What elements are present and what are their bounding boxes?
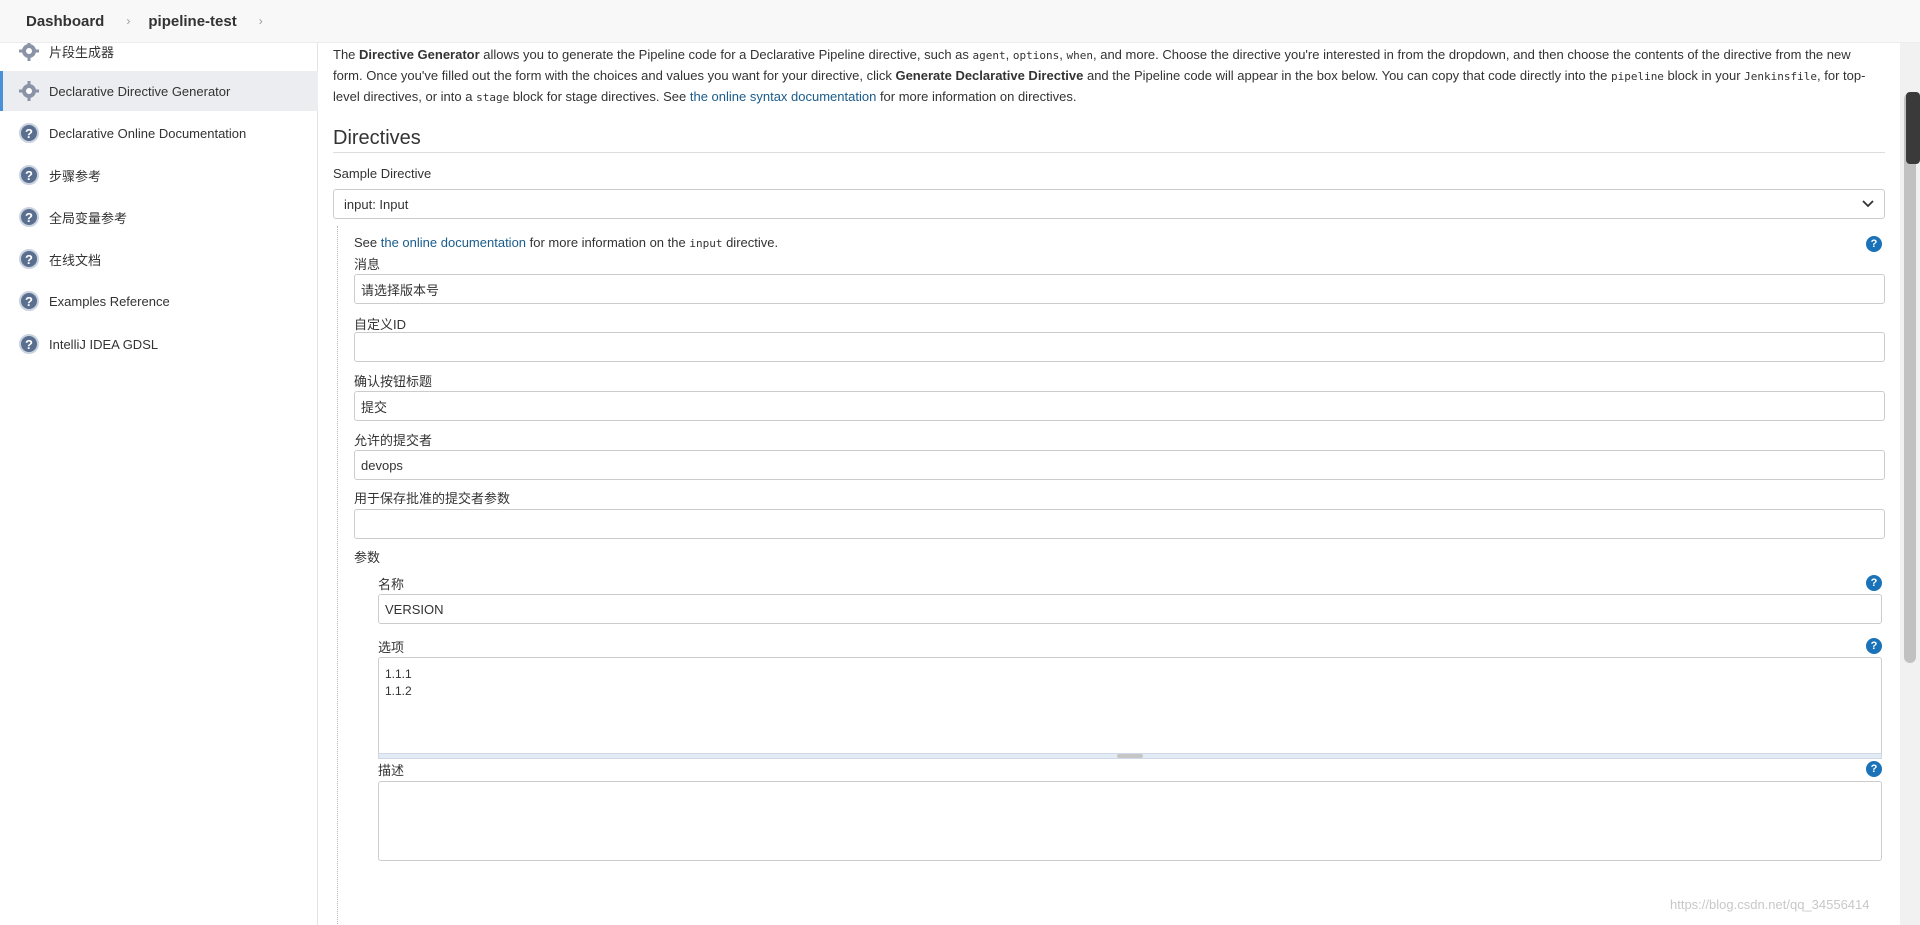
sidebar-item-online-docs[interactable]: ? 在线文档 (0, 239, 318, 279)
parameter-name-label: 名称 (378, 577, 405, 592)
intro-code: options (1012, 49, 1060, 62)
ok-caption-label: 确认按钮标题 (354, 374, 433, 389)
sidebar-item-label: 全局变量参考 (49, 210, 128, 226)
sidebar-item-online-documentation[interactable]: ? Declarative Online Documentation (0, 113, 318, 153)
sidebar-item-label: Declarative Online Documentation (49, 125, 247, 141)
parameter-name-input[interactable]: VERSION (378, 594, 1882, 624)
submitter-parameter-label: 用于保存批准的提交者参数 (354, 491, 511, 506)
intro-text: block in your (1663, 68, 1745, 83)
intro-paragraph: The Directive Generator allows you to ge… (333, 45, 1883, 108)
help-icon[interactable]: ? (1866, 638, 1882, 654)
sample-directive-select[interactable]: input: Input (333, 189, 1885, 219)
sidebar-item-intellij-gdsl[interactable]: ? IntelliJ IDEA GDSL (0, 324, 318, 364)
section-title-directives: Directives (333, 127, 1885, 153)
side-widget (1906, 92, 1920, 164)
help-icon: ? (18, 248, 40, 270)
help-icon[interactable]: ? (1866, 236, 1882, 252)
page-scrollbar[interactable] (1900, 43, 1920, 925)
sample-directive-label: Sample Directive (333, 166, 432, 181)
intro-code: when (1066, 49, 1093, 62)
help-icon[interactable]: ? (1866, 575, 1882, 591)
sidebar-item-steps-reference[interactable]: ? 步骤参考 (0, 155, 318, 195)
intro-code: stage (476, 91, 510, 104)
intro-code: Jenkinsfile (1744, 70, 1817, 83)
intro-bold: Generate Declarative Directive (895, 68, 1084, 83)
choices-textarea[interactable]: 1.1.1 1.1.2 (378, 657, 1882, 755)
parameters-label: 参数 (354, 550, 381, 565)
choices-label: 选项 (378, 640, 405, 655)
chevron-right-icon[interactable]: › (259, 14, 263, 28)
intro-text: The (333, 47, 360, 62)
intro-code: agent (972, 49, 1006, 62)
gear-icon (18, 40, 40, 62)
custom-id-label: 自定义ID (354, 317, 407, 332)
intro-text: allows you to generate the Pipeline code… (479, 47, 973, 62)
online-documentation-link[interactable]: the online documentation (381, 235, 526, 250)
syntax-documentation-link[interactable]: the online syntax documentation (690, 89, 876, 104)
directive-doc-note: See the online documentation for more in… (354, 235, 778, 250)
chevron-right-icon[interactable]: › (126, 14, 130, 28)
intro-text: block for stage directives. See (509, 89, 690, 104)
sidebar-item-directive-generator[interactable]: Declarative Directive Generator (0, 71, 318, 111)
scrollbar-thumb[interactable] (1904, 93, 1916, 663)
note-text: See (354, 235, 381, 250)
intro-bold: Directive Generator (359, 47, 480, 62)
sidebar-item-examples-reference[interactable]: ? Examples Reference (0, 281, 318, 321)
grip-icon (1117, 754, 1143, 758)
sidebar-item-label: IntelliJ IDEA GDSL (49, 336, 159, 352)
sidebar-item-label: 在线文档 (49, 252, 102, 268)
directive-form: See the online documentation for more in… (337, 226, 1885, 925)
help-icon: ? (18, 206, 40, 228)
sidebar-item-global-variables[interactable]: ? 全局变量参考 (0, 197, 318, 237)
sidebar-item-label: 步骤参考 (49, 168, 102, 184)
note-text: for more information on the (526, 235, 690, 250)
submitter-label: 允许的提交者 (354, 433, 433, 448)
intro-text: and the Pipeline code will appear in the… (1083, 68, 1611, 83)
help-icon[interactable]: ? (1866, 761, 1882, 777)
breadcrumb-dashboard-link[interactable]: Dashboard (26, 13, 104, 30)
description-label: 描述 (378, 763, 405, 778)
breadcrumb-pipeline-link[interactable]: pipeline-test (148, 13, 236, 30)
help-icon: ? (18, 290, 40, 312)
note-text: directive. (722, 235, 779, 250)
description-textarea[interactable] (378, 781, 1882, 861)
help-icon: ? (18, 333, 40, 355)
sidebar-item-label: Declarative Directive Generator (49, 83, 231, 99)
submitter-input[interactable]: devops (354, 450, 1885, 480)
sidebar: 片段生成器 Declarative Directive Generator ? … (0, 40, 318, 925)
sidebar-item-label: 片段生成器 (49, 44, 115, 60)
message-label: 消息 (354, 257, 381, 272)
help-icon: ? (18, 164, 40, 186)
sample-directive-value: input: Input (344, 196, 409, 212)
main-content: The Directive Generator allows you to ge… (333, 43, 1886, 925)
intro-text: for more information on directives. (876, 89, 1077, 104)
custom-id-input[interactable] (354, 332, 1885, 362)
gear-icon (18, 80, 40, 102)
chevron-down-icon (1862, 197, 1874, 211)
breadcrumb: Dashboard › pipeline-test › (0, 0, 1920, 43)
help-icon: ? (18, 122, 40, 144)
message-input[interactable]: 请选择版本号 (354, 274, 1885, 304)
sidebar-item-label: Examples Reference (49, 293, 170, 309)
intro-text: , (1005, 47, 1013, 62)
watermark-text: https://blog.csdn.net/qq_34556414 (1670, 897, 1870, 912)
note-code: input (689, 237, 723, 250)
ok-caption-input[interactable]: 提交 (354, 391, 1885, 421)
intro-code: pipeline (1610, 70, 1664, 83)
submitter-parameter-input[interactable] (354, 509, 1885, 539)
